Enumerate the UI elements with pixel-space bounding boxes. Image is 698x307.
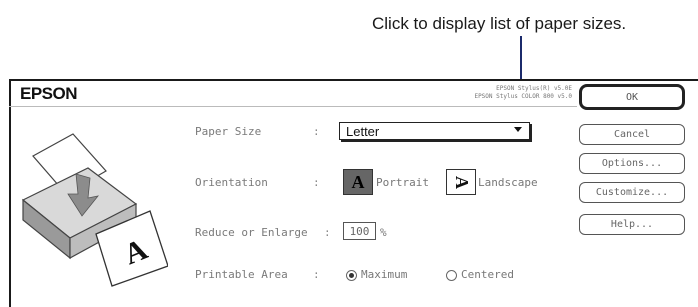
paper-size-dropdown[interactable]: Letter [339,122,530,140]
reduce-enlarge-input[interactable]: 100 [343,222,376,240]
customize-button[interactable]: Customize... [579,182,685,203]
portrait-label[interactable]: Portrait [376,176,429,189]
printer-illustration: A [21,133,168,287]
printable-area-label: Printable Area [195,268,288,281]
orientation-label: Orientation [195,176,268,189]
callout-text: Click to display list of paper sizes. [372,14,627,33]
printable-area-colon: : [313,268,320,281]
portrait-orientation-icon[interactable]: A [343,169,373,195]
orientation-colon: : [313,176,320,189]
brand-logo: EPSON [20,84,78,103]
help-button[interactable]: Help... [579,214,685,235]
version-line-1: EPSON Stylus(R) v5.0E [496,85,572,92]
reduce-enlarge-label: Reduce or Enlarge [195,226,308,239]
centered-radio[interactable] [446,270,457,281]
landscape-glyph: A [451,175,472,189]
options-button[interactable]: Options... [579,153,685,174]
header-divider [9,106,577,107]
paper-size-colon: : [313,125,320,138]
paper-size-label: Paper Size [195,125,262,138]
chevron-down-icon [514,127,522,132]
landscape-orientation-icon[interactable]: A [446,169,476,195]
version-line-2: EPSON Stylus COLOR 800 v5.0 [474,93,572,100]
percent-sign: % [380,226,387,239]
landscape-label[interactable]: Landscape [478,176,538,189]
ok-button[interactable]: OK [579,84,685,110]
cancel-button[interactable]: Cancel [579,124,685,145]
reduce-enlarge-colon: : [324,226,331,239]
centered-label[interactable]: Centered [461,268,514,281]
maximum-radio[interactable] [346,270,357,281]
maximum-label[interactable]: Maximum [361,268,407,281]
driver-version: EPSON Stylus(R) v5.0E EPSON Stylus COLOR… [474,85,572,101]
paper-size-value: Letter [346,124,380,139]
